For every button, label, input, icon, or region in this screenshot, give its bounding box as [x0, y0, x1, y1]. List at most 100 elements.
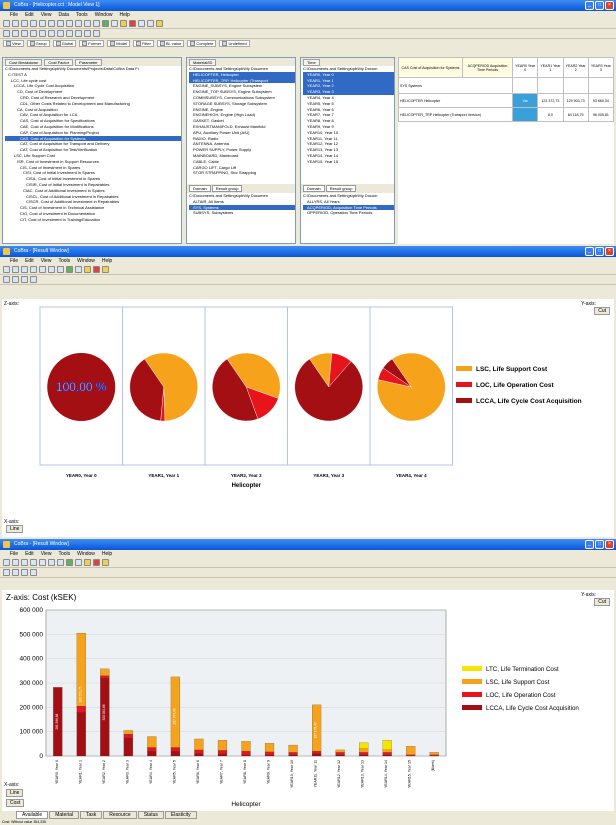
- cost-tree[interactable]: C:\Documents and Settings\pb\My Document…: [3, 66, 181, 223]
- new-icon[interactable]: [3, 20, 10, 27]
- refresh-icon[interactable]: [30, 276, 37, 283]
- matrix-cell[interactable]: 84 118,79: [562, 107, 589, 122]
- cut-icon[interactable]: [48, 20, 55, 27]
- menu-file[interactable]: File: [10, 257, 18, 265]
- tree-item[interactable]: YEAR15, Year 15: [303, 159, 394, 165]
- menu-edit[interactable]: Edit: [25, 11, 34, 19]
- left-icon[interactable]: [66, 30, 73, 37]
- table-icon[interactable]: [138, 20, 145, 27]
- print-icon[interactable]: [30, 20, 37, 27]
- grid-icon[interactable]: [75, 559, 82, 566]
- minimize-button[interactable]: _: [585, 1, 594, 10]
- undefined-checkbox[interactable]: Undefined: [219, 39, 250, 47]
- filter-checkbox[interactable]: Filter: [133, 39, 154, 47]
- copy-icon[interactable]: [48, 559, 55, 566]
- menu-help[interactable]: Help: [102, 550, 112, 558]
- maximize-button[interactable]: □: [595, 1, 604, 10]
- sort-icon[interactable]: [39, 30, 46, 37]
- filter-icon[interactable]: [12, 569, 19, 576]
- refresh-icon[interactable]: [84, 30, 91, 37]
- menu-tools[interactable]: Tools: [76, 11, 88, 19]
- tab-available[interactable]: Available: [16, 811, 49, 819]
- help-icon[interactable]: [102, 266, 109, 273]
- stop-icon[interactable]: [93, 266, 100, 273]
- menu-view[interactable]: View: [41, 11, 52, 19]
- settings-icon[interactable]: [93, 30, 100, 37]
- blvalue-checkbox[interactable]: Bl. value: [156, 39, 185, 47]
- up-icon[interactable]: [48, 30, 55, 37]
- phase-tree[interactable]: C:\Documents and Settings\pb\My Docum ALL…: [301, 193, 394, 216]
- close-button[interactable]: ×: [605, 247, 614, 256]
- menu-view[interactable]: View: [41, 550, 52, 558]
- chart-icon[interactable]: [120, 20, 127, 27]
- matrix-cell[interactable]: 8,0: [537, 107, 564, 122]
- cut-button[interactable]: Cut: [594, 598, 610, 606]
- stop-icon[interactable]: [129, 20, 136, 27]
- former-checkbox[interactable]: Former: [79, 39, 105, 47]
- save-icon[interactable]: [21, 20, 28, 27]
- menu-window[interactable]: Window: [77, 257, 95, 265]
- filter-icon[interactable]: [30, 30, 37, 37]
- menu-edit[interactable]: Edit: [25, 550, 34, 558]
- right-icon[interactable]: [75, 30, 82, 37]
- undo-icon[interactable]: [75, 20, 82, 27]
- help-icon[interactable]: [102, 559, 109, 566]
- matrix-cell[interactable]: 123 372,73: [537, 93, 564, 108]
- paste-icon[interactable]: [57, 266, 64, 273]
- menu-help[interactable]: Help: [102, 257, 112, 265]
- calc-icon[interactable]: [66, 266, 73, 273]
- save-icon[interactable]: [21, 559, 28, 566]
- maximize-button[interactable]: □: [595, 540, 604, 549]
- tree-item[interactable]: SUBSYS, Subsystems: [189, 210, 295, 216]
- print-icon[interactable]: [30, 266, 37, 273]
- matrix-cell[interactable]: [511, 107, 539, 122]
- material-tree[interactable]: C:\Documents and Settings\pb\My Documen H…: [187, 66, 295, 184]
- menu-view[interactable]: View: [41, 257, 52, 265]
- sort-icon[interactable]: [21, 569, 28, 576]
- menu-help[interactable]: Help: [119, 11, 129, 19]
- copy-icon[interactable]: [57, 20, 64, 27]
- find-icon[interactable]: [93, 20, 100, 27]
- minimize-button[interactable]: _: [585, 540, 594, 549]
- cost-button[interactable]: Cost: [6, 799, 25, 807]
- grid-icon[interactable]: [111, 20, 118, 27]
- complete-checkbox[interactable]: Complete: [187, 39, 217, 47]
- maximize-button[interactable]: □: [595, 247, 604, 256]
- tab-result-group[interactable]: Result group: [211, 185, 243, 192]
- view-checkbox[interactable]: View: [3, 39, 24, 47]
- menu-tools[interactable]: Tools: [58, 257, 70, 265]
- line-button[interactable]: Line: [6, 525, 24, 533]
- tab-material[interactable]: Material: [49, 811, 79, 819]
- window-title-bar[interactable]: CoBra - [Result Window] _ □ ×: [0, 246, 616, 257]
- open-icon[interactable]: [12, 266, 19, 273]
- down-icon[interactable]: [57, 30, 64, 37]
- tree-icon[interactable]: [3, 569, 10, 576]
- collapse-icon[interactable]: [21, 30, 28, 37]
- tab-cost-factor[interactable]: Cost Factor: [44, 58, 74, 66]
- matrix-cell[interactable]: 129 903,73: [562, 93, 589, 108]
- tab-time[interactable]: Time: [303, 58, 320, 66]
- model-checkbox[interactable]: Model: [107, 39, 131, 47]
- tree-icon[interactable]: [3, 30, 10, 37]
- grid-icon[interactable]: [75, 266, 82, 273]
- tab-cost-breakdown[interactable]: Cost Breakdown: [5, 58, 43, 66]
- tab-domain[interactable]: Domain: [189, 185, 211, 192]
- open-icon[interactable]: [12, 20, 19, 27]
- calc-icon[interactable]: [66, 559, 73, 566]
- tab-task[interactable]: Task: [80, 811, 103, 819]
- minimize-button[interactable]: _: [585, 247, 594, 256]
- tab-phase-result-group[interactable]: Result group: [325, 185, 357, 192]
- tab-parameter[interactable]: Parameter: [75, 58, 102, 66]
- domain-tree[interactable]: C:\Documents and Settings\pb\My Documen A…: [187, 193, 295, 216]
- copy-icon[interactable]: [48, 266, 55, 273]
- tree-item[interactable]: CIT, Cost of Investment in Training/Educ…: [5, 217, 181, 223]
- menu-edit[interactable]: Edit: [25, 257, 34, 265]
- menu-window[interactable]: Window: [95, 11, 113, 19]
- close-button[interactable]: ×: [605, 540, 614, 549]
- redo-icon[interactable]: [84, 20, 91, 27]
- tab-material[interactable]: Material/ID: [189, 58, 217, 66]
- filter-icon[interactable]: [12, 276, 19, 283]
- tab-status[interactable]: Status: [137, 811, 164, 819]
- matrix-cell[interactable]: Var: [511, 93, 539, 108]
- close-button[interactable]: ×: [605, 1, 614, 10]
